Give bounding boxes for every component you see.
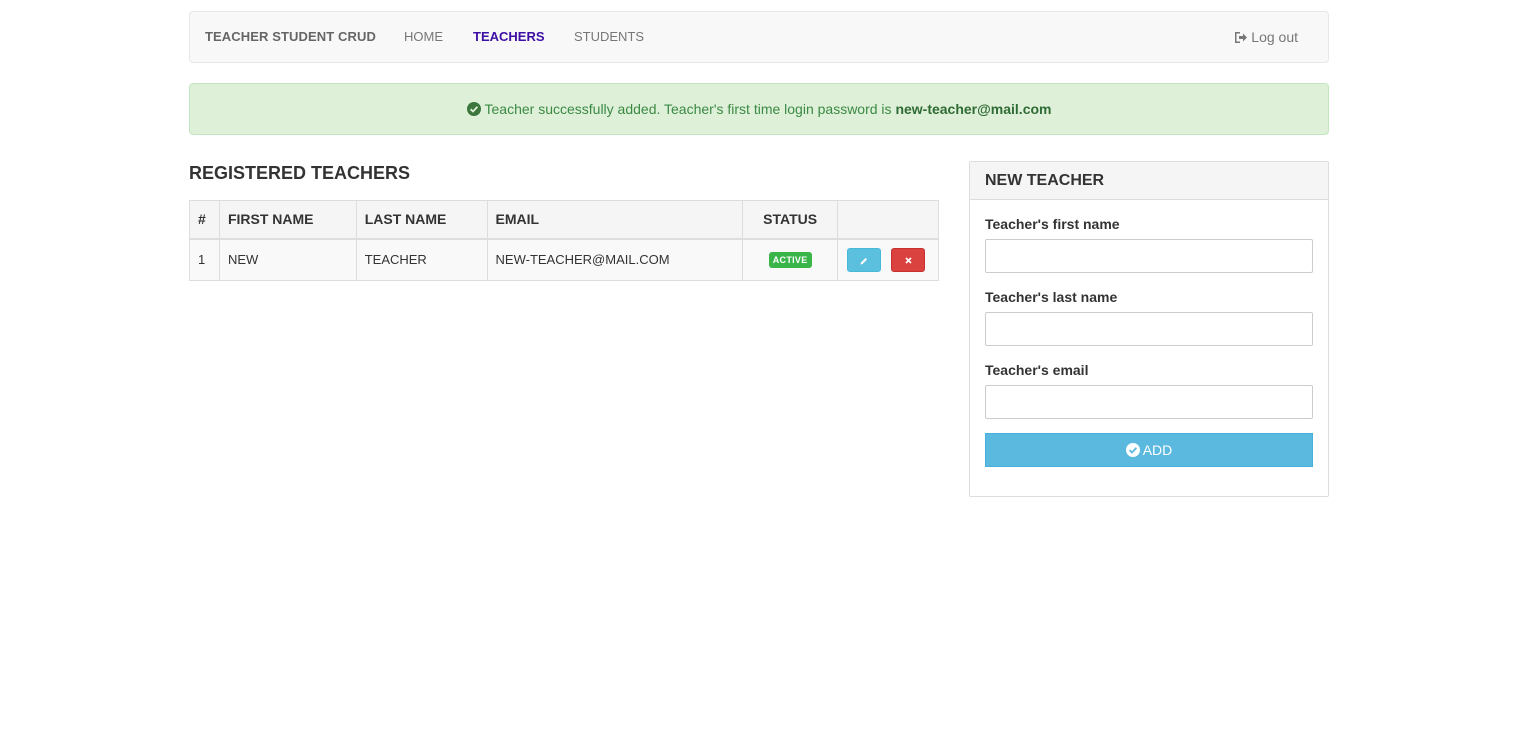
cell-number: 1 — [189, 238, 220, 281]
close-icon — [905, 257, 912, 264]
cell-status: ACTIVE — [742, 238, 839, 281]
check-circle-icon — [1125, 443, 1140, 457]
last-name-group: Teacher's last name — [985, 289, 1313, 346]
cell-first-name: NEW — [218, 238, 357, 281]
table-header-row: # FIRST NAME LAST NAME EMAIL STATUS — [189, 200, 939, 240]
alert-message: Teacher successfully added. Teacher's fi… — [484, 101, 896, 117]
new-teacher-form: Teacher's first name Teacher's last name… — [970, 200, 1328, 467]
email-input[interactable] — [985, 385, 1313, 419]
last-name-input[interactable] — [985, 312, 1313, 346]
nav-link-students[interactable]: STUDENTS — [574, 12, 644, 62]
first-name-input[interactable] — [985, 239, 1313, 273]
status-badge: ACTIVE — [768, 252, 812, 269]
logout-label: Log out — [1251, 29, 1298, 45]
sign-out-icon — [1235, 32, 1248, 43]
navbar-brand[interactable]: TEACHER STUDENT CRUD — [205, 12, 376, 62]
email-group: Teacher's email — [985, 362, 1313, 419]
delete-button[interactable] — [891, 247, 926, 272]
first-name-group: Teacher's first name — [985, 216, 1313, 273]
column-header-first-name: FIRST NAME — [218, 200, 357, 240]
email-label: Teacher's email — [985, 362, 1089, 378]
first-name-label: Teacher's first name — [985, 216, 1120, 232]
success-alert: Teacher successfully added. Teacher's fi… — [189, 83, 1329, 135]
edit-button[interactable] — [847, 247, 882, 272]
column-header-last-name: LAST NAME — [355, 200, 488, 240]
check-circle-icon — [466, 102, 481, 116]
column-header-email: EMAIL — [486, 200, 744, 240]
table-row: 1 NEW TEACHER NEW-TEACHER@MAIL.COM ACTIV… — [189, 238, 939, 281]
registered-teachers-title: REGISTERED TEACHERS — [189, 163, 411, 183]
nav-link-teachers[interactable]: TEACHERS — [473, 12, 545, 62]
nav-link-home[interactable]: HOME — [404, 12, 443, 62]
column-header-status: STATUS — [742, 200, 839, 240]
new-teacher-panel: NEW TEACHER Teacher's first name Teacher… — [969, 161, 1329, 497]
last-name-label: Teacher's last name — [985, 289, 1118, 305]
navbar: TEACHER STUDENT CRUD HOME TEACHERS STUDE… — [189, 11, 1329, 63]
cell-last-name: TEACHER — [355, 238, 488, 281]
column-header-number: # — [189, 200, 220, 240]
pencil-icon — [860, 257, 868, 265]
add-button[interactable]: ADD — [985, 433, 1313, 467]
teachers-table: # FIRST NAME LAST NAME EMAIL STATUS 1 NE… — [189, 200, 939, 281]
cell-email: NEW-TEACHER@MAIL.COM — [486, 238, 744, 281]
new-teacher-title: NEW TEACHER — [970, 162, 1328, 200]
alert-password: new-teacher@mail.com — [895, 101, 1052, 117]
cell-actions — [837, 238, 939, 281]
column-header-actions — [837, 200, 939, 240]
add-button-label: ADD — [1142, 442, 1173, 458]
logout-link[interactable]: Log out — [1234, 12, 1298, 62]
